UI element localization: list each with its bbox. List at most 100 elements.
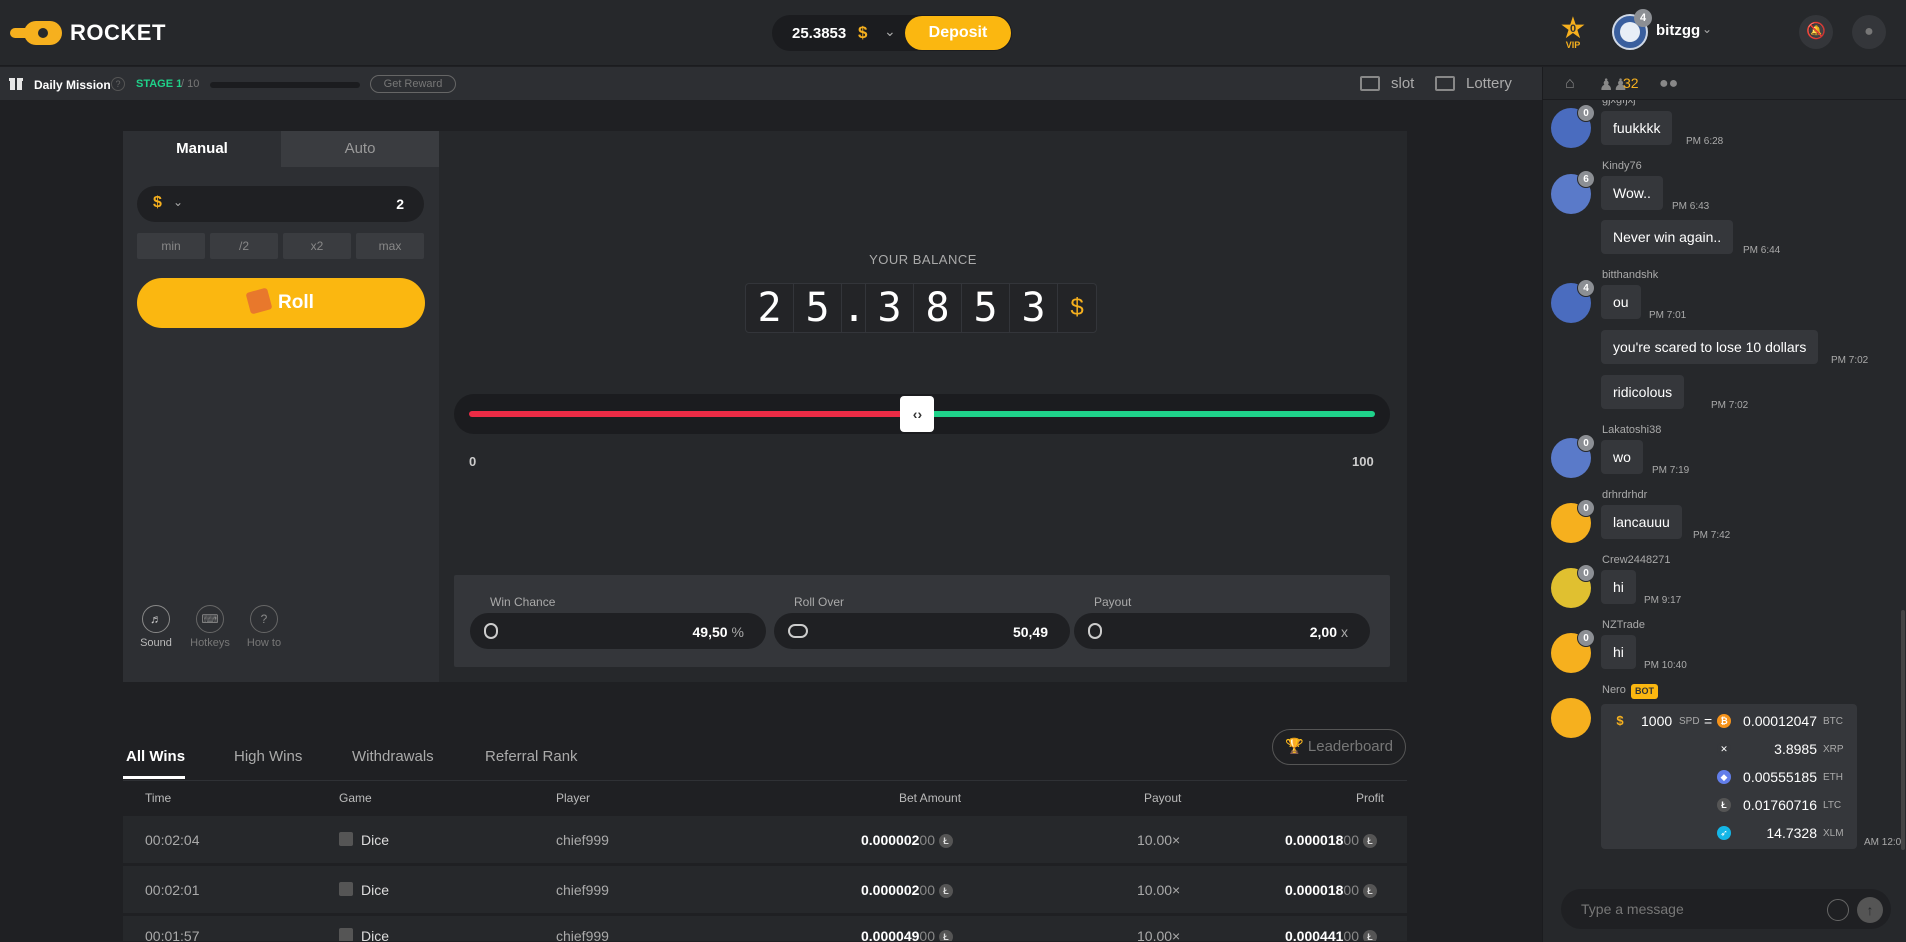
table-row[interactable]: 00:02:01 Dice chief999 0.00000200 Ł 10.00… — [123, 866, 1407, 914]
max-button[interactable]: max — [356, 233, 424, 259]
tab-withdrawals[interactable]: Withdrawals — [352, 748, 434, 765]
table-row[interactable]: 00:02:04 Dice chief999 0.00000200 Ł 10.00… — [123, 816, 1407, 864]
username[interactable]: bitzgg — [1656, 22, 1700, 39]
slider-handle[interactable]: ‹› — [900, 396, 935, 432]
payout-input[interactable]: 2,00 x — [1074, 613, 1370, 649]
chat-rooms-icon[interactable]: ●● — [1659, 75, 1678, 93]
sound-toggle[interactable]: ♬ Sound — [133, 605, 179, 649]
daily-mission-label[interactable]: Daily Mission — [34, 78, 111, 92]
trophy-icon: 🏆 — [1285, 738, 1304, 755]
gift-icon — [9, 76, 23, 90]
bet-stats: Win Chance 49,50% Roll Over 50,49 Payout — [454, 575, 1390, 667]
row-bet: 0.000002 — [861, 882, 920, 898]
nav-slot[interactable]: slot — [1391, 75, 1414, 92]
message-author[interactable]: NZTrade — [1602, 619, 1645, 631]
message-author[interactable]: Crew2448271 — [1602, 554, 1671, 566]
message-time: PM 6:43 — [1672, 201, 1710, 212]
win-chance-value[interactable]: 49,50 — [693, 624, 728, 640]
stepper-icon[interactable] — [1088, 623, 1102, 639]
emoji-icon[interactable] — [1827, 899, 1849, 921]
balance-digit: 2 — [746, 284, 794, 332]
deposit-button[interactable]: Deposit — [905, 16, 1011, 50]
chevron-down-icon[interactable]: ⌄ — [173, 195, 183, 209]
leaderboard-button[interactable]: 🏆 Leaderboard — [1272, 729, 1406, 765]
row-bet: 0.000002 — [861, 832, 920, 848]
tab-manual[interactable]: Manual — [123, 131, 281, 167]
row-player[interactable]: chief999 — [556, 928, 609, 941]
dice-icon — [339, 882, 353, 897]
how-to-button[interactable]: ? How to — [241, 605, 287, 649]
chat-input[interactable]: Type a message ↑ — [1561, 889, 1891, 929]
message-author[interactable]: Nero — [1602, 684, 1626, 696]
message-author[interactable]: bitthandshk — [1602, 269, 1658, 281]
message-bubble: ridicolous — [1601, 375, 1685, 409]
hotkeys-label: Hotkeys — [190, 637, 230, 649]
home-icon[interactable]: ⌂ — [1565, 75, 1575, 93]
roll-button[interactable]: Roll — [137, 278, 425, 328]
nav-lottery[interactable]: Lottery — [1466, 75, 1512, 92]
table-row[interactable]: 00:01:57 Dice chief999 0.00004900 Ł 10.00… — [123, 916, 1407, 942]
dice-icon — [245, 287, 273, 315]
chat-scrollbar[interactable] — [1901, 610, 1905, 850]
message-author[interactable]: Kindy76 — [1602, 160, 1642, 172]
chevron-down-icon[interactable]: ⌄ — [1702, 22, 1712, 36]
chat-input-placeholder[interactable]: Type a message — [1581, 901, 1684, 917]
message-author[interactable]: gjxgfjxj — [1602, 100, 1636, 106]
roll-slider[interactable]: ‹› — [454, 394, 1390, 434]
vip-badge[interactable]: ★ 0 VIP — [1558, 14, 1588, 52]
stepper-icon[interactable] — [484, 623, 498, 639]
row-time: 00:02:04 — [145, 832, 200, 848]
row-player[interactable]: chief999 — [556, 832, 609, 848]
roll-over-input[interactable]: 50,49 — [774, 613, 1070, 649]
min-button[interactable]: min — [137, 233, 205, 259]
currency-symbol[interactable]: $ — [153, 194, 162, 212]
balance-digit: 8 — [914, 284, 962, 332]
slider-max-label: 100 — [1352, 454, 1374, 469]
win-chance-input[interactable]: 49,50% — [470, 613, 766, 649]
conversion-row: $ 1000 SPD = ₿ 0.00012047 BTC — [1601, 710, 1857, 732]
bet-amount-input[interactable]: $ ⌄ 2 — [137, 186, 424, 222]
message-author[interactable]: Lakatoshi38 — [1602, 424, 1661, 436]
row-time: 00:02:01 — [145, 882, 200, 898]
tab-auto[interactable]: Auto — [281, 131, 439, 167]
conversion-row: ➶ 14.7328 XLM — [1601, 822, 1857, 844]
message-bubble: ou — [1601, 285, 1641, 319]
dollar-icon: $ — [1613, 714, 1627, 728]
wins-table-header: Time Game Player Bet Amount Payout Profi… — [123, 780, 1407, 814]
slider-min-label: 0 — [469, 454, 477, 469]
double-button[interactable]: x2 — [283, 233, 351, 259]
send-icon[interactable]: ↑ — [1857, 897, 1883, 923]
help-icon[interactable]: ? — [111, 77, 125, 91]
col-payout: Payout — [1144, 791, 1182, 805]
conversion-currency: XLM — [1823, 828, 1844, 839]
message-time: PM 7:42 — [1693, 530, 1731, 541]
keyboard-icon: ⌨ — [196, 605, 224, 633]
avatar[interactable] — [1551, 698, 1591, 738]
tab-high-wins[interactable]: High Wins — [234, 748, 302, 765]
col-bet-amount: Bet Amount — [899, 791, 962, 805]
tab-all-wins[interactable]: All Wins — [126, 748, 185, 765]
chat-toggle-icon[interactable]: ● — [1852, 15, 1886, 49]
conversion-row: ✕ 3.8985 XRP — [1601, 738, 1857, 760]
bet-amount-value[interactable]: 2 — [396, 196, 404, 212]
payout-value[interactable]: 2,00 — [1310, 624, 1337, 640]
ltc-icon: Ł — [938, 930, 953, 941]
tab-referral-rank[interactable]: Referral Rank — [485, 748, 578, 765]
conversion-currency: LTC — [1823, 800, 1842, 811]
swap-icon[interactable] — [788, 624, 808, 638]
notifications-muted-icon[interactable]: 🔕 — [1799, 15, 1833, 49]
message-author[interactable]: drhrdrhdr — [1602, 489, 1647, 501]
get-reward-button[interactable]: Get Reward — [370, 75, 456, 93]
row-bet-tail: 00 — [919, 882, 935, 898]
half-button[interactable]: /2 — [210, 233, 278, 259]
roll-over: Roll Over 50,49 — [774, 595, 1070, 649]
message-time: PM 7:19 — [1652, 465, 1690, 476]
logo[interactable]: ROCKET — [10, 18, 166, 48]
hotkeys-toggle[interactable]: ⌨ Hotkeys — [187, 605, 233, 649]
lose-range — [469, 411, 918, 417]
roll-over-value[interactable]: 50,49 — [1013, 624, 1048, 640]
level-badge: 0 — [1577, 499, 1595, 517]
message-bubble: Wow.. — [1601, 176, 1663, 210]
row-player[interactable]: chief999 — [556, 882, 609, 898]
message-time: PM 10:40 — [1644, 660, 1687, 671]
